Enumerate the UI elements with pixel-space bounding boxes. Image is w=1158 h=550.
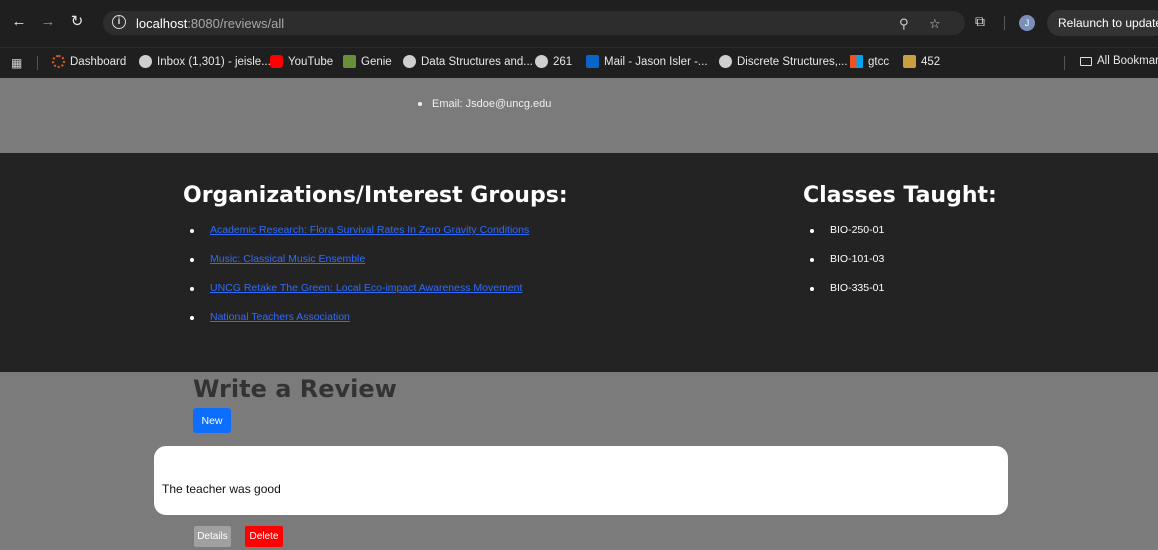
organization-link[interactable]: National Teachers Association: [210, 311, 350, 323]
review-card: The teacher was good: [154, 446, 1008, 515]
bookmark-youtube[interactable]: YouTube: [270, 55, 333, 68]
organization-link[interactable]: Music: Classical Music Ensemble: [210, 253, 365, 265]
globe-icon: [139, 55, 152, 68]
email-item: Email: Jsdoe@uncg.edu: [418, 98, 551, 110]
list-item: Music: Classical Music Ensemble: [190, 253, 529, 282]
bookmark-label: All Bookmarks: [1097, 55, 1158, 67]
globe-icon: [403, 55, 416, 68]
email-text: Email: Jsdoe@uncg.edu: [432, 98, 552, 110]
zoom-icon[interactable]: ⚲: [899, 16, 909, 32]
bullet: [190, 258, 194, 262]
bookmark-star-icon[interactable]: ☆: [929, 16, 941, 32]
bookmark-label: 452: [921, 55, 941, 68]
new-review-button[interactable]: New: [193, 408, 231, 433]
url-path: :8080/reviews/all: [187, 16, 285, 31]
forward-icon[interactable]: →: [39, 13, 57, 31]
bookmark-mail[interactable]: Mail - Jason Isler -...: [586, 55, 708, 68]
list-item: Academic Research: Flora Survival Rates …: [190, 224, 529, 253]
bookmark-label: Data Structures and...: [421, 55, 533, 68]
reload-icon[interactable]: ↻: [68, 13, 86, 31]
bullet: [190, 316, 194, 320]
all-bookmarks[interactable]: All Bookmarks: [1080, 55, 1158, 67]
bookmark-genie[interactable]: Genie: [343, 55, 392, 68]
outlook-icon: [586, 55, 599, 68]
classes-heading: Classes Taught:: [803, 183, 997, 208]
bullet: [810, 287, 814, 291]
bookmarks-bar: ▦ Dashboard Inbox (1,301) - jeisle... Yo…: [0, 47, 1158, 78]
globe-icon: [719, 55, 732, 68]
back-icon[interactable]: ←: [10, 13, 28, 31]
toolbar-divider: [1004, 16, 1005, 30]
bookmark-discrete-structures[interactable]: Discrete Structures,...: [719, 55, 848, 68]
write-review-title: Write a Review: [193, 375, 397, 403]
bookmark-452[interactable]: 452: [903, 55, 940, 68]
genie-icon: [343, 55, 356, 68]
class-code: BIO-101-03: [830, 253, 885, 265]
bookmark-label: Dashboard: [70, 55, 127, 68]
bookmarks-divider: [37, 56, 38, 70]
list-item: BIO-250-01: [810, 224, 884, 253]
address-bar[interactable]: i localhost:8080/reviews/all ⚲ ☆: [103, 11, 965, 35]
organization-link[interactable]: UNCG Retake The Green: Local Eco-impact …: [210, 282, 522, 294]
globe-icon: [535, 55, 548, 68]
bookmark-label: Genie: [361, 55, 392, 68]
classes-list: BIO-250-01 BIO-101-03 BIO-335-01: [810, 224, 884, 311]
youtube-icon: [270, 55, 283, 68]
page-content: Email: Jsdoe@uncg.edu Organizations/Inte…: [0, 78, 1158, 550]
info-band: Organizations/Interest Groups: Academic …: [0, 153, 1158, 372]
list-item: UNCG Retake The Green: Local Eco-impact …: [190, 282, 529, 311]
relaunch-button[interactable]: Relaunch to update: [1047, 10, 1158, 36]
bookmark-label: Discrete Structures,...: [737, 55, 848, 68]
organizations-list: Academic Research: Flora Survival Rates …: [190, 224, 529, 340]
url-host: localhost: [136, 16, 188, 31]
delete-button[interactable]: Delete: [245, 526, 283, 547]
review-text: The teacher was good: [162, 482, 281, 496]
dashboard-icon: [52, 55, 65, 68]
bookmark-data-structures[interactable]: Data Structures and...: [403, 55, 533, 68]
class-code: BIO-250-01: [830, 224, 885, 236]
profile-avatar[interactable]: J: [1019, 15, 1035, 31]
bookmark-label: 261: [553, 55, 573, 68]
details-button[interactable]: Details: [194, 526, 231, 547]
folder-icon: [1080, 56, 1092, 66]
bookmark-label: Mail - Jason Isler -...: [604, 55, 708, 68]
folder-app-icon: [903, 55, 916, 68]
bullet: [190, 229, 194, 233]
list-item: BIO-101-03: [810, 253, 884, 282]
apps-grid-icon[interactable]: ▦: [11, 56, 22, 70]
organizations-heading: Organizations/Interest Groups:: [183, 183, 568, 208]
organization-link[interactable]: Academic Research: Flora Survival Rates …: [210, 224, 529, 236]
bookmark-gtcc[interactable]: gtcc: [850, 55, 889, 68]
site-info-icon[interactable]: i: [112, 15, 126, 29]
microsoft-icon: [850, 55, 863, 68]
url-text: localhost:8080/reviews/all: [136, 16, 284, 31]
browser-toolbar: ← → ↻ i localhost:8080/reviews/all ⚲ ☆ ⧉…: [0, 0, 1158, 47]
bookmarks-divider: [1064, 56, 1065, 70]
bullet: [810, 258, 814, 262]
extensions-icon[interactable]: ⧉: [975, 13, 985, 30]
bookmark-label: YouTube: [288, 55, 334, 68]
bookmark-261[interactable]: 261: [535, 55, 572, 68]
bookmark-label: Inbox (1,301) - jeisle...: [157, 55, 271, 68]
list-item: National Teachers Association: [190, 311, 529, 340]
bookmark-label: gtcc: [868, 55, 890, 68]
bullet: [418, 102, 422, 107]
class-code: BIO-335-01: [830, 282, 885, 294]
bookmark-inbox[interactable]: Inbox (1,301) - jeisle...: [139, 55, 271, 68]
bookmark-dashboard[interactable]: Dashboard: [52, 55, 126, 68]
bullet: [810, 229, 814, 233]
bullet: [190, 287, 194, 291]
list-item: BIO-335-01: [810, 282, 884, 311]
